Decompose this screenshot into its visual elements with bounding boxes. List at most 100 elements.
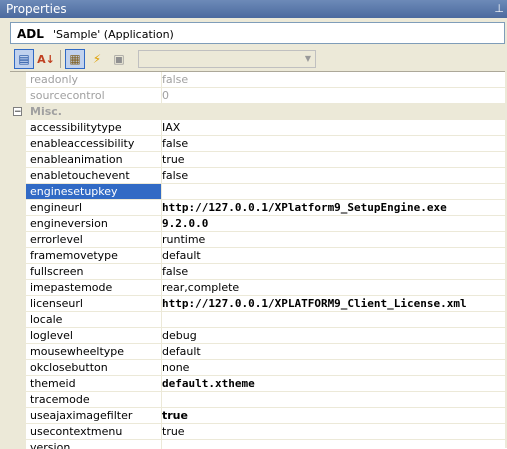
property-name[interactable]: fullscreen xyxy=(26,264,162,280)
property-row-enginesetupkey[interactable]: enginesetupkey xyxy=(10,184,507,200)
settings-icon: ▣ xyxy=(113,52,125,66)
row-gutter xyxy=(10,424,26,440)
property-value[interactable]: false xyxy=(158,264,507,280)
property-name[interactable]: imepastemode xyxy=(26,280,162,296)
property-name[interactable]: accessibilitytype xyxy=(26,120,162,136)
toolbar-separator xyxy=(60,50,61,68)
property-value[interactable]: debug xyxy=(158,328,507,344)
property-name[interactable]: enginesetupkey xyxy=(26,184,162,200)
property-value[interactable]: false xyxy=(158,72,507,88)
property-value[interactable]: none xyxy=(158,360,507,376)
property-grid: readonly false sourcecontrol 0− Misc. accessi… xyxy=(10,71,507,449)
row-gutter xyxy=(10,168,26,184)
properties-toolbar: ▤ A↓ ▦ ⚡ ▣ ▼ xyxy=(10,48,505,70)
property-name[interactable]: usecontextmenu xyxy=(26,424,162,440)
object-type: 'Sample' (Application) xyxy=(53,28,174,41)
property-value[interactable]: http://127.0.0.1/XPlatform9_SetupEngine.… xyxy=(158,200,507,216)
property-value[interactable]: 9.2.0.0 xyxy=(158,216,507,232)
property-value[interactable]: IAX xyxy=(158,120,507,136)
category-misc[interactable]: − Misc. xyxy=(10,104,507,120)
property-row-okclosebutton[interactable]: okclosebutton none xyxy=(10,360,507,376)
property-row-themeid[interactable]: themeid default.xtheme xyxy=(10,376,507,392)
property-row-sourcecontrol[interactable]: sourcecontrol 0 xyxy=(10,88,507,104)
property-name[interactable]: engineversion xyxy=(26,216,162,232)
row-gutter xyxy=(10,264,26,280)
property-name[interactable]: engineurl xyxy=(26,200,162,216)
collapse-toggle-icon[interactable]: − xyxy=(13,107,22,117)
row-gutter xyxy=(10,200,26,216)
property-row-loglevel[interactable]: loglevel debug xyxy=(10,328,507,344)
property-value[interactable] xyxy=(158,312,507,328)
property-row-enableaccessibility[interactable]: enableaccessibility false xyxy=(10,136,507,152)
property-name[interactable]: framemovetype xyxy=(26,248,162,264)
property-name[interactable]: useajaximagefilter xyxy=(26,408,162,424)
property-value[interactable]: true xyxy=(158,408,507,424)
chevron-down-icon: ▼ xyxy=(304,54,311,63)
property-value[interactable]: true xyxy=(158,424,507,440)
property-name[interactable]: enableaccessibility xyxy=(26,136,162,152)
property-name[interactable]: themeid xyxy=(26,376,162,392)
row-gutter xyxy=(10,88,26,104)
property-row-enableanimation[interactable]: enableanimation true xyxy=(10,152,507,168)
events-button[interactable]: ⚡ xyxy=(87,49,107,69)
property-row-useajaximagefilter[interactable]: useajaximagefilter true xyxy=(10,408,507,424)
property-row-framemovetype[interactable]: framemovetype default xyxy=(10,248,507,264)
property-name[interactable]: mousewheeltype xyxy=(26,344,162,360)
property-name[interactable]: enableanimation xyxy=(26,152,162,168)
property-value[interactable]: default xyxy=(158,248,507,264)
alphabetical-icon: A↓ xyxy=(37,52,55,66)
row-gutter xyxy=(10,72,26,88)
property-row-errorlevel[interactable]: errorlevel runtime xyxy=(10,232,507,248)
property-name[interactable]: errorlevel xyxy=(26,232,162,248)
property-value[interactable]: http://127.0.0.1/XPLATFORM9_Client_Licen… xyxy=(158,296,507,312)
property-row-mousewheeltype[interactable]: mousewheeltype default xyxy=(10,344,507,360)
property-name[interactable]: loglevel xyxy=(26,328,162,344)
property-row-fullscreen[interactable]: fullscreen false xyxy=(10,264,507,280)
property-filter-dropdown[interactable]: ▼ xyxy=(138,50,316,68)
property-value[interactable]: runtime xyxy=(158,232,507,248)
property-name[interactable]: okclosebutton xyxy=(26,360,162,376)
property-row-locale[interactable]: locale xyxy=(10,312,507,328)
property-row-engineurl[interactable]: engineurl http://127.0.0.1/XPlatform9_Set… xyxy=(10,200,507,216)
object-selector[interactable]: ADL 'Sample' (Application) xyxy=(10,22,505,44)
property-value[interactable]: false xyxy=(158,168,507,184)
categorized-button[interactable]: ▤ xyxy=(14,49,34,69)
property-name[interactable]: locale xyxy=(26,312,162,328)
property-row-licenseurl[interactable]: licenseurl http://127.0.0.1/XPLATFORM9_Cl… xyxy=(10,296,507,312)
properties-titlebar: Properties ⊥ xyxy=(0,0,507,18)
property-name[interactable]: licenseurl xyxy=(26,296,162,312)
property-value[interactable]: true xyxy=(158,152,507,168)
property-row-usecontextmenu[interactable]: usecontextmenu true xyxy=(10,424,507,440)
property-value[interactable]: default.xtheme xyxy=(158,376,507,392)
alphabetical-button[interactable]: A↓ xyxy=(36,49,56,69)
property-value[interactable] xyxy=(158,392,507,408)
property-value[interactable]: rear,complete xyxy=(158,280,507,296)
row-gutter xyxy=(10,408,26,424)
property-row-engineversion[interactable]: engineversion 9.2.0.0 xyxy=(10,216,507,232)
property-row-tracemode[interactable]: tracemode xyxy=(10,392,507,408)
property-name[interactable]: sourcecontrol xyxy=(26,88,162,104)
property-row-readonly[interactable]: readonly false xyxy=(10,72,507,88)
property-pages-button[interactable]: ▦ xyxy=(65,49,85,69)
property-value[interactable]: 0 xyxy=(158,88,507,104)
row-gutter xyxy=(10,136,26,152)
lightning-icon: ⚡ xyxy=(92,52,102,66)
object-name: ADL xyxy=(17,27,44,41)
row-gutter xyxy=(10,216,26,232)
categorized-icon: ▤ xyxy=(18,52,30,66)
row-gutter xyxy=(10,360,26,376)
property-value[interactable] xyxy=(158,184,507,200)
category-label: Misc. xyxy=(30,105,62,118)
property-name[interactable]: enabletouchevent xyxy=(26,168,162,184)
property-row-accessibilitytype[interactable]: accessibilitytype IAX xyxy=(10,120,507,136)
property-row-imepastemode[interactable]: imepastemode rear,complete xyxy=(10,280,507,296)
row-gutter xyxy=(10,344,26,360)
property-row-enabletouchevent[interactable]: enabletouchevent false xyxy=(10,168,507,184)
pin-icon[interactable]: ⊥ xyxy=(494,2,504,15)
settings-button[interactable]: ▣ xyxy=(109,49,129,69)
property-name[interactable]: readonly xyxy=(26,72,162,88)
row-gutter xyxy=(10,328,26,344)
property-value[interactable]: default xyxy=(158,344,507,360)
property-value[interactable]: false xyxy=(158,136,507,152)
property-name[interactable]: tracemode xyxy=(26,392,162,408)
